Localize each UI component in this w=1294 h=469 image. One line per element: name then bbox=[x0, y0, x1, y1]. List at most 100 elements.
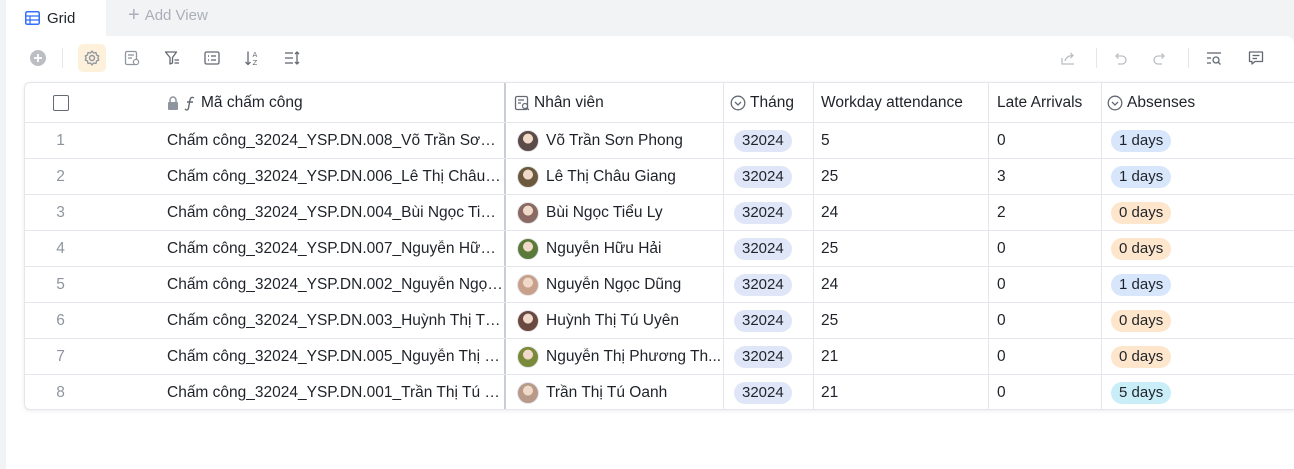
cell-employee[interactable]: Nguyễn Thị Phương Th... bbox=[506, 339, 724, 374]
cell-absenses[interactable]: 0 days bbox=[1102, 303, 1294, 338]
cell-code[interactable]: Chấm công_32024_YSP.DN.003_Huỳnh Thị Tú … bbox=[96, 303, 506, 338]
filter-button[interactable] bbox=[158, 44, 186, 72]
cell-workday[interactable]: 25 bbox=[814, 303, 989, 338]
cell-code[interactable]: Chấm công_32024_YSP.DN.005_Nguyễn Thị Ph… bbox=[96, 339, 506, 374]
row-number-text: 2 bbox=[56, 167, 65, 185]
avatar bbox=[517, 309, 539, 332]
cell-code[interactable]: Chấm công_32024_YSP.DN.006_Lê Thị Châu G… bbox=[96, 159, 506, 194]
cell-month[interactable]: 32024 bbox=[724, 231, 814, 266]
cell-absenses[interactable]: 1 days bbox=[1102, 267, 1294, 302]
cell-absenses[interactable]: 5 days bbox=[1102, 375, 1294, 409]
view-settings-button[interactable] bbox=[118, 44, 146, 72]
select-all-checkbox[interactable] bbox=[52, 94, 69, 111]
cell-late[interactable]: 0 bbox=[989, 339, 1102, 374]
cell-employee[interactable]: Huỳnh Thị Tú Uyên bbox=[506, 303, 724, 338]
cell-late-text: 3 bbox=[997, 167, 1006, 185]
row-number-text: 7 bbox=[56, 347, 65, 365]
cell-late-text: 0 bbox=[997, 131, 1006, 149]
month-tag: 32024 bbox=[734, 165, 792, 188]
cell-month[interactable]: 32024 bbox=[724, 303, 814, 338]
table-row[interactable]: 1 Chấm công_32024_YSP.DN.008_Võ Trần Sơn … bbox=[25, 123, 1294, 159]
cell-absenses[interactable]: 0 days bbox=[1102, 195, 1294, 230]
cell-late[interactable]: 3 bbox=[989, 159, 1102, 194]
cell-absenses[interactable]: 1 days bbox=[1102, 123, 1294, 158]
column-header-employee[interactable]: Nhân viên bbox=[506, 83, 724, 122]
cell-employee[interactable]: Nguyễn Ngọc Dũng bbox=[506, 267, 724, 302]
cell-late[interactable]: 0 bbox=[989, 375, 1102, 409]
cell-employee[interactable]: Lê Thị Châu Giang bbox=[506, 159, 724, 194]
cell-month[interactable]: 32024 bbox=[724, 195, 814, 230]
sort-button[interactable]: A Z bbox=[238, 44, 266, 72]
share-button[interactable] bbox=[1054, 44, 1082, 72]
tab-grid[interactable]: Grid bbox=[6, 0, 106, 36]
cell-month[interactable]: 32024 bbox=[724, 267, 814, 302]
cell-absenses[interactable]: 0 days bbox=[1102, 339, 1294, 374]
cell-absenses[interactable]: 0 days bbox=[1102, 231, 1294, 266]
column-header-employee-label: Nhân viên bbox=[534, 93, 604, 111]
cell-month[interactable]: 32024 bbox=[724, 375, 814, 409]
redo-button[interactable] bbox=[1146, 44, 1174, 72]
cell-late-text: 0 bbox=[997, 347, 1006, 365]
table-row[interactable]: 4 Chấm công_32024_YSP.DN.007_Nguyễn Hữu H… bbox=[25, 231, 1294, 267]
cell-workday[interactable]: 25 bbox=[814, 159, 989, 194]
absense-tag: 1 days bbox=[1111, 273, 1172, 296]
add-view-button[interactable]: + Add View bbox=[128, 4, 208, 26]
cell-workday[interactable]: 21 bbox=[814, 375, 989, 409]
column-header-workday-label: Workday attendance bbox=[821, 93, 963, 111]
cell-code[interactable]: Chấm công_32024_YSP.DN.004_Bùi Ngọc Tiểu… bbox=[96, 195, 506, 230]
cell-month[interactable]: 32024 bbox=[724, 123, 814, 158]
table-row[interactable]: 3 Chấm công_32024_YSP.DN.004_Bùi Ngọc Tiể… bbox=[25, 195, 1294, 231]
add-record-button[interactable] bbox=[24, 44, 52, 72]
cell-workday[interactable]: 24 bbox=[814, 195, 989, 230]
cell-workday-text: 24 bbox=[821, 203, 839, 221]
cell-late[interactable]: 2 bbox=[989, 195, 1102, 230]
month-tag: 32024 bbox=[734, 129, 792, 152]
group-button[interactable] bbox=[198, 44, 226, 72]
person-field-icon bbox=[514, 95, 530, 110]
column-header-workday[interactable]: Workday attendance bbox=[814, 83, 989, 122]
table-row[interactable]: 2 Chấm công_32024_YSP.DN.006_Lê Thị Châu … bbox=[25, 159, 1294, 195]
avatar bbox=[517, 165, 539, 188]
cell-workday[interactable]: 5 bbox=[814, 123, 989, 158]
comment-button[interactable] bbox=[1242, 44, 1270, 72]
column-header-month[interactable]: Tháng bbox=[724, 83, 814, 122]
cell-late[interactable]: 0 bbox=[989, 231, 1102, 266]
column-header-absenses[interactable]: Absenses bbox=[1102, 83, 1294, 122]
table-row[interactable]: 7 Chấm công_32024_YSP.DN.005_Nguyễn Thị P… bbox=[25, 339, 1294, 375]
cell-month[interactable]: 32024 bbox=[724, 339, 814, 374]
cell-late[interactable]: 0 bbox=[989, 303, 1102, 338]
table-row[interactable]: 8 Chấm công_32024_YSP.DN.001_Trần Thị Tú … bbox=[25, 375, 1294, 409]
add-record-icon bbox=[30, 50, 46, 66]
cell-code[interactable]: Chấm công_32024_YSP.DN.007_Nguyễn Hữu Hả… bbox=[96, 231, 506, 266]
row-number-text: 4 bbox=[56, 239, 65, 257]
column-header-late[interactable]: Late Arrivals bbox=[989, 83, 1102, 122]
cell-month[interactable]: 32024 bbox=[724, 159, 814, 194]
cell-code[interactable]: Chấm công_32024_YSP.DN.001_Trần Thị Tú O… bbox=[96, 375, 506, 409]
cell-workday-text: 24 bbox=[821, 275, 839, 293]
cell-late[interactable]: 0 bbox=[989, 267, 1102, 302]
table-row[interactable]: 6 Chấm công_32024_YSP.DN.003_Huỳnh Thị Tú… bbox=[25, 303, 1294, 339]
cell-workday[interactable]: 24 bbox=[814, 267, 989, 302]
column-header-code[interactable]: Mã chấm công bbox=[96, 83, 506, 122]
absense-tag: 0 days bbox=[1111, 345, 1172, 368]
field-settings-button[interactable] bbox=[78, 44, 106, 72]
row-height-icon bbox=[285, 51, 300, 65]
row-number: 1 bbox=[25, 123, 96, 158]
row-number-text: 3 bbox=[56, 203, 65, 221]
cell-workday[interactable]: 21 bbox=[814, 339, 989, 374]
cell-code[interactable]: Chấm công_32024_YSP.DN.008_Võ Trần Sơn P… bbox=[96, 123, 506, 158]
cell-absenses[interactable]: 1 days bbox=[1102, 159, 1294, 194]
cell-employee[interactable]: Bùi Ngọc Tiểu Ly bbox=[506, 195, 724, 230]
cell-employee[interactable]: Nguyễn Hữu Hải bbox=[506, 231, 724, 266]
cell-late-text: 0 bbox=[997, 384, 1006, 401]
search-button[interactable] bbox=[1200, 44, 1228, 72]
cell-code[interactable]: Chấm công_32024_YSP.DN.002_Nguyễn Ngọc D… bbox=[96, 267, 506, 302]
cell-employee[interactable]: Trần Thị Tú Oanh bbox=[506, 375, 724, 409]
undo-button[interactable] bbox=[1106, 44, 1134, 72]
cell-employee[interactable]: Võ Trần Sơn Phong bbox=[506, 123, 724, 158]
cell-workday[interactable]: 25 bbox=[814, 231, 989, 266]
cell-late[interactable]: 0 bbox=[989, 123, 1102, 158]
month-tag: 32024 bbox=[734, 382, 792, 404]
row-height-button[interactable] bbox=[278, 44, 306, 72]
table-row[interactable]: 5 Chấm công_32024_YSP.DN.002_Nguyễn Ngọc … bbox=[25, 267, 1294, 303]
